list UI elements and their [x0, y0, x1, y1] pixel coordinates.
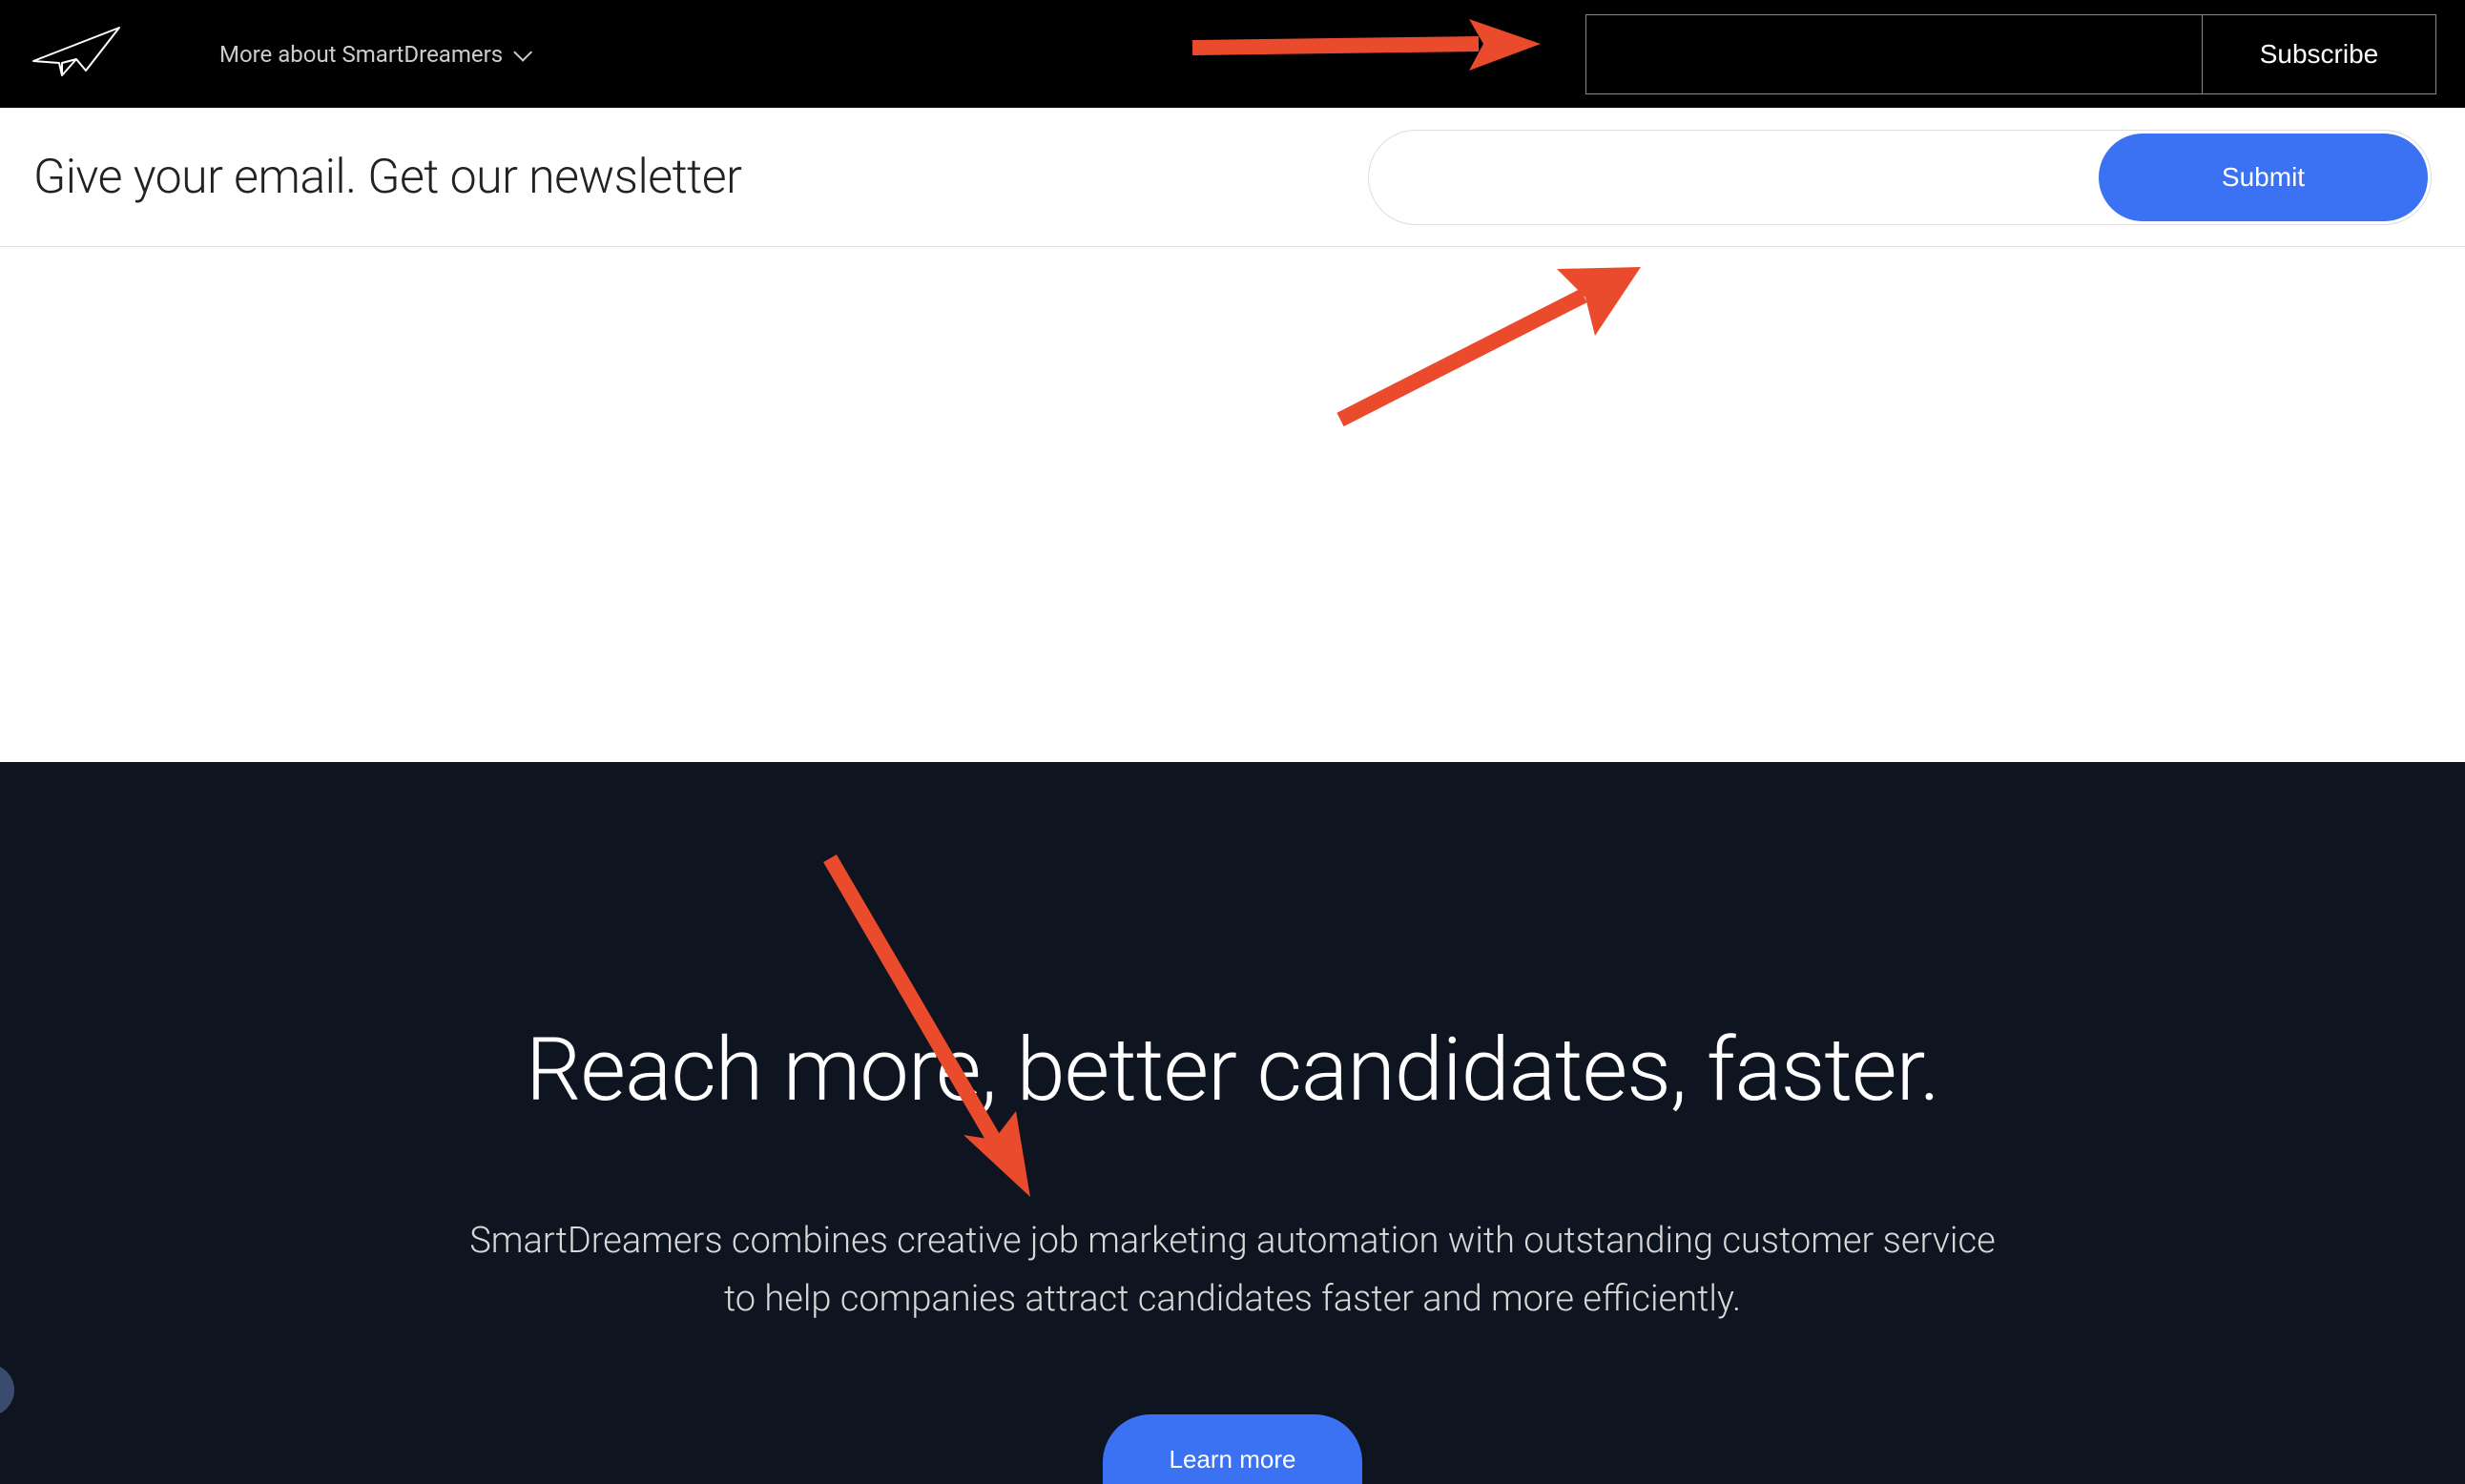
- paper-plane-logo-icon: [29, 23, 124, 86]
- subscribe-email-input[interactable]: [1586, 15, 2202, 93]
- learn-more-button[interactable]: Learn more: [1103, 1414, 1363, 1484]
- hero-section: Reach more, better candidates, faster. S…: [0, 762, 2465, 1484]
- newsletter-form: Submit: [1368, 130, 2432, 225]
- content-whitespace: [0, 247, 2465, 762]
- nav-label: More about SmartDreamers: [219, 41, 503, 68]
- hero-subtext: SmartDreamers combines creative job mark…: [469, 1212, 1996, 1329]
- chevron-down-icon: [513, 42, 532, 61]
- subscribe-button[interactable]: Subscribe: [2202, 15, 2435, 93]
- more-about-dropdown[interactable]: More about SmartDreamers: [219, 41, 528, 68]
- top-header: More about SmartDreamers Subscribe: [0, 0, 2465, 108]
- newsletter-bar: Give your email. Get our newsletter Subm…: [0, 108, 2465, 247]
- newsletter-heading: Give your email. Get our newsletter: [33, 150, 741, 205]
- hero-headline: Reach more, better candidates, faster.: [526, 1020, 1939, 1122]
- subscribe-container: Subscribe: [1585, 14, 2436, 94]
- submit-button[interactable]: Submit: [2099, 134, 2428, 221]
